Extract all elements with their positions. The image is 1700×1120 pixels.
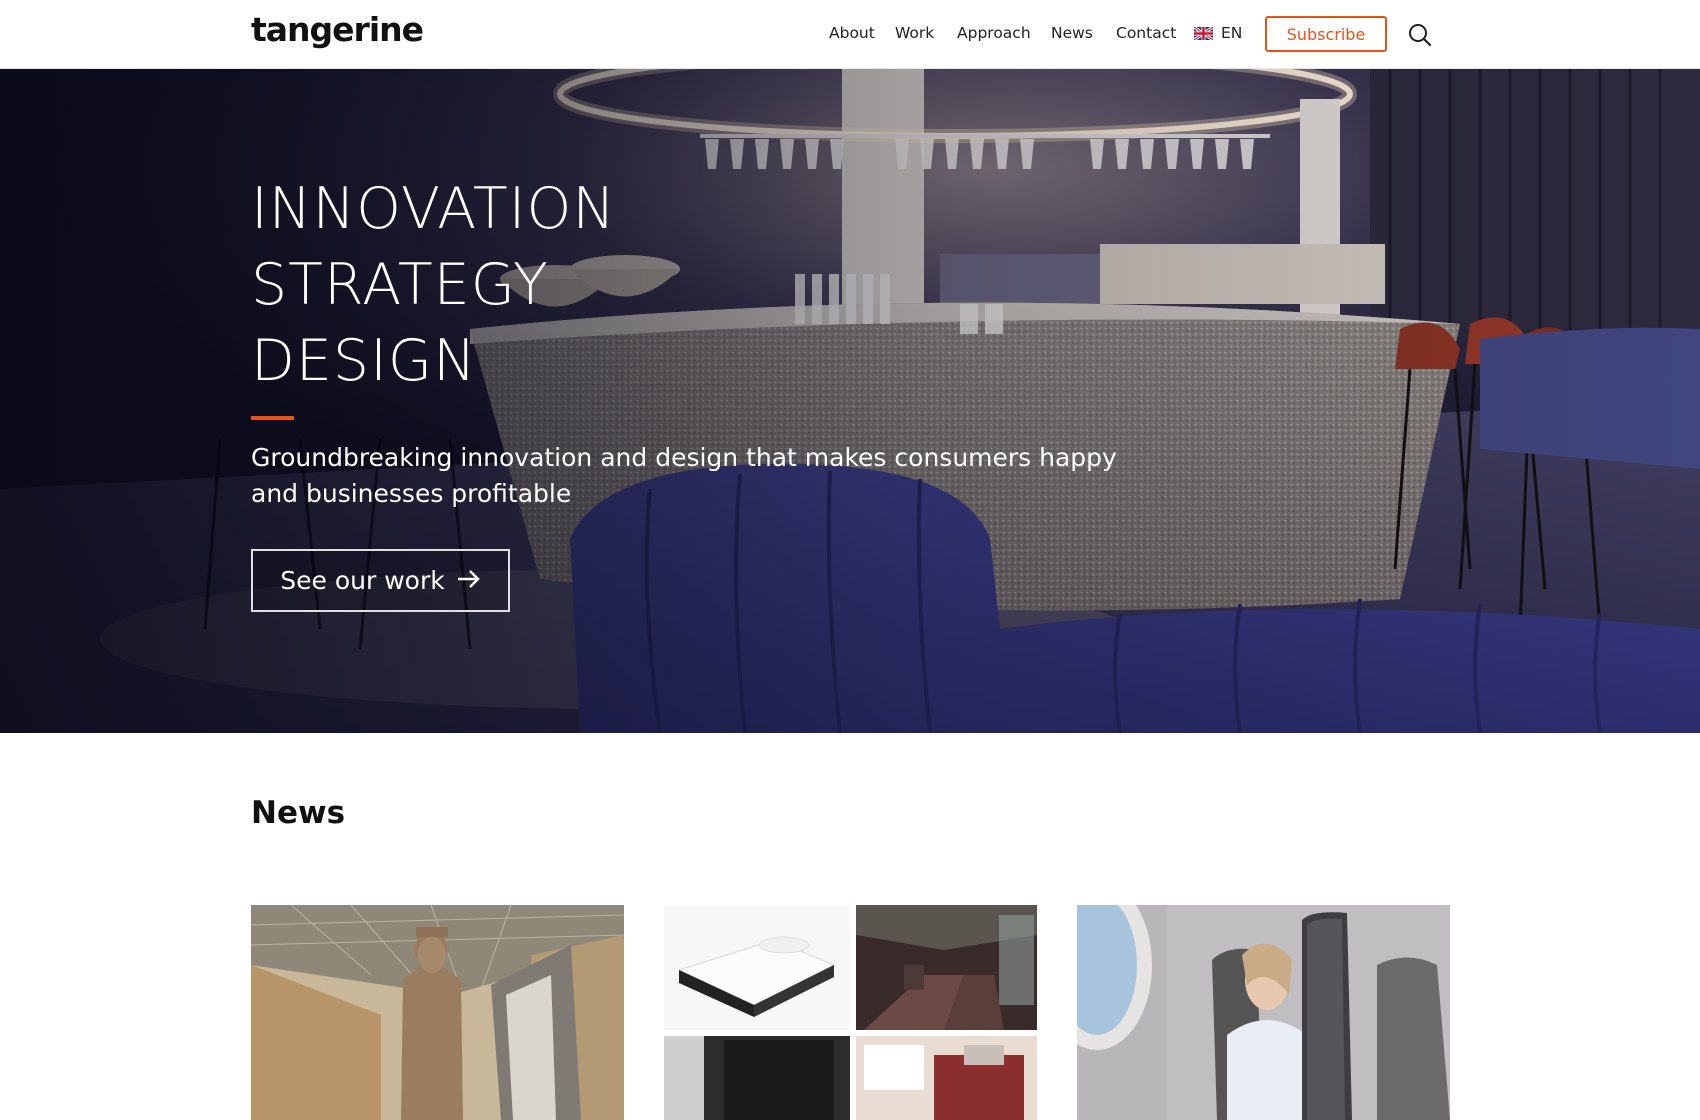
hero-section: INNOVATION STRATEGY DESIGN Groundbreakin…: [0, 69, 1700, 733]
hero-subtitle: Groundbreaking innovation and design tha…: [251, 443, 1117, 508]
language-selector[interactable]: EN: [1194, 24, 1242, 42]
hero-title-line-2: STRATEGY: [251, 252, 549, 318]
cta-label: See our work: [280, 566, 445, 595]
train-interior-collage-image: [664, 905, 1037, 1120]
nav-approach[interactable]: Approach: [957, 24, 1031, 42]
hero-accent-rule: [251, 416, 294, 420]
search-icon[interactable]: [1408, 23, 1432, 47]
hero-title-line-3: DESIGN: [251, 328, 477, 394]
language-label: EN: [1221, 24, 1243, 42]
aircraft-seat-image: [1077, 905, 1450, 1120]
arrow-right-icon: [457, 566, 481, 595]
news-card-3[interactable]: [1077, 905, 1450, 1120]
hero-title: INNOVATION STRATEGY DESIGN: [251, 171, 616, 399]
news-heading: News: [251, 795, 346, 831]
hero-background-image: [0, 69, 1700, 733]
nav-contact[interactable]: Contact: [1116, 24, 1176, 42]
site-header: tangerine About Work Approach News Conta…: [0, 0, 1700, 69]
nav-news[interactable]: News: [1051, 24, 1093, 42]
news-card-2[interactable]: [664, 905, 1037, 1120]
nav-about[interactable]: About: [829, 24, 875, 42]
news-card-1[interactable]: [251, 905, 624, 1120]
subscribe-button[interactable]: Subscribe: [1265, 16, 1387, 52]
museum-statue-image: [251, 905, 624, 1120]
logo[interactable]: tangerine: [251, 10, 424, 49]
see-our-work-button[interactable]: See our work: [251, 549, 510, 612]
uk-flag-icon: [1194, 26, 1213, 40]
nav-work[interactable]: Work: [895, 24, 934, 42]
hero-title-line-1: INNOVATION: [251, 176, 616, 242]
